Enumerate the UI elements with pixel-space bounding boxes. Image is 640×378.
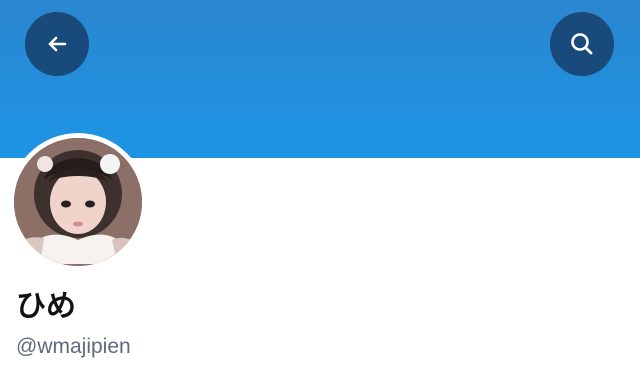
profile-photo (14, 138, 142, 266)
back-button[interactable] (25, 12, 89, 76)
profile-screen: ひめ @wmajipien (0, 0, 640, 378)
search-button[interactable] (550, 12, 614, 76)
profile-handle[interactable]: @wmajipien (16, 333, 131, 361)
avatar[interactable] (14, 138, 142, 266)
profile-name: ひめ (16, 290, 76, 323)
search-icon (568, 30, 596, 58)
profile-banner (0, 0, 640, 158)
arrow-left-icon (43, 30, 71, 58)
